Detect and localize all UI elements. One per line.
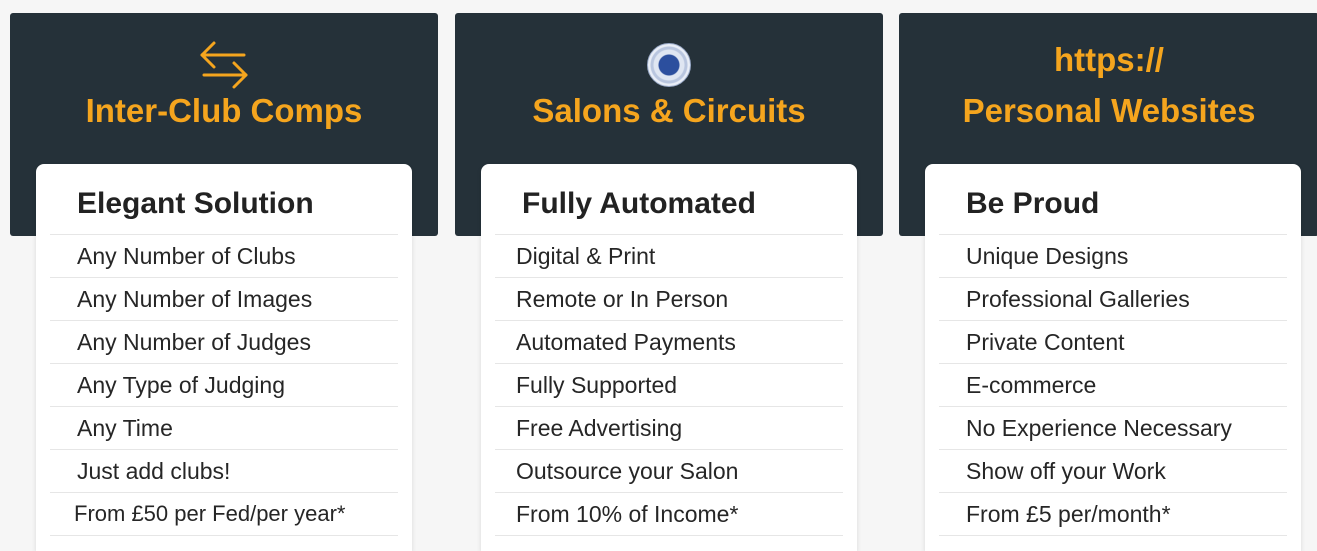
price-item: From 10% of Income*	[495, 493, 843, 536]
feature-column-inter-club: Inter-Club Comps Elegant Solution Any Nu…	[10, 13, 440, 551]
list-item: Unique Designs	[939, 235, 1287, 278]
column-title: Salons & Circuits	[532, 92, 806, 129]
url-prefix-label: https://	[1054, 41, 1164, 78]
list-item: Digital & Print	[495, 235, 843, 278]
feature-list: Any Number of Clubs Any Number of Images…	[36, 235, 412, 536]
list-item: Any Number of Images	[50, 278, 398, 321]
feature-column-salons: Salons & Circuits Fully Automated Digita…	[455, 13, 885, 551]
list-item: Any Type of Judging	[50, 364, 398, 407]
swap-arrows-icon	[10, 37, 438, 93]
list-item: Automated Payments	[495, 321, 843, 364]
list-item: Free Advertising	[495, 407, 843, 450]
list-item: Professional Galleries	[939, 278, 1287, 321]
feature-card: Fully Automated Digital & Print Remote o…	[481, 164, 857, 551]
feature-column-websites: https:// Personal Websites Be Proud Uniq…	[899, 13, 1317, 551]
list-item: Fully Supported	[495, 364, 843, 407]
price-item: From £5 per/month*	[939, 493, 1287, 536]
list-item: Any Number of Judges	[50, 321, 398, 364]
list-item: E-commerce	[939, 364, 1287, 407]
list-item: Show off your Work	[939, 450, 1287, 493]
list-item: Private Content	[939, 321, 1287, 364]
list-item: Any Time	[50, 407, 398, 450]
card-title: Elegant Solution	[50, 164, 398, 235]
feature-card: Be Proud Unique Designs Professional Gal…	[925, 164, 1301, 551]
feature-list: Unique Designs Professional Galleries Pr…	[925, 235, 1301, 536]
column-title: Inter-Club Comps	[85, 92, 363, 129]
feature-list: Digital & Print Remote or In Person Auto…	[481, 235, 857, 536]
price-item: From £50 per Fed/per year*	[50, 493, 398, 536]
list-item: Any Number of Clubs	[50, 235, 398, 278]
feature-card: Elegant Solution Any Number of Clubs Any…	[36, 164, 412, 551]
federation-seal-icon	[455, 37, 883, 93]
list-item: No Experience Necessary	[939, 407, 1287, 450]
card-title: Be Proud	[939, 164, 1287, 235]
list-item: Remote or In Person	[495, 278, 843, 321]
list-item: Just add clubs!	[50, 450, 398, 493]
card-title: Fully Automated	[495, 164, 843, 235]
column-title: Personal Websites	[962, 92, 1256, 129]
list-item: Outsource your Salon	[495, 450, 843, 493]
